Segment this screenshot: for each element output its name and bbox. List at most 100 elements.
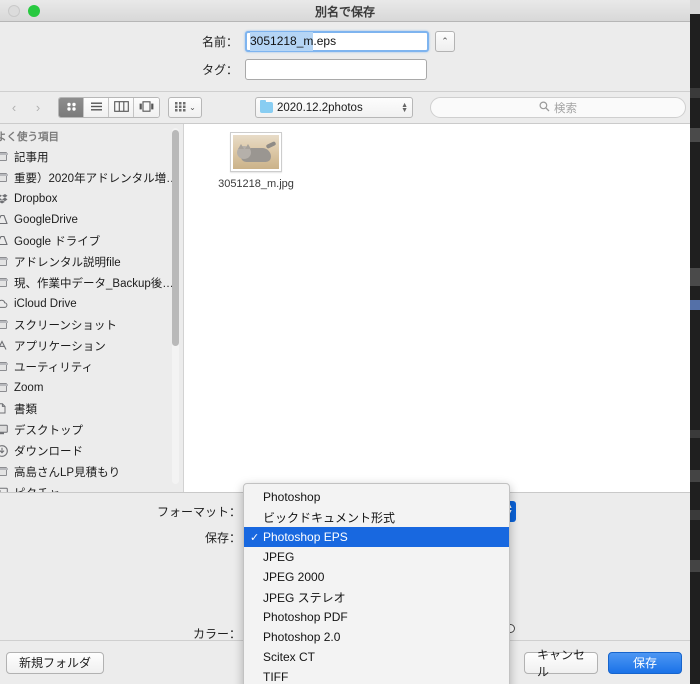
chevron-up-icon: ⌃ [441,36,449,46]
sidebar-item[interactable]: GoogleDrive [0,209,183,230]
format-menu-item-label: Photoshop [263,490,321,504]
view-icon-button[interactable] [59,98,84,117]
sidebar-item[interactable]: アプリケーション [0,335,183,356]
sidebar-item[interactable]: iCloud Drive [0,293,183,314]
chevron-left-icon: ‹ [11,100,17,115]
sidebar-list: 記事用重要）2020年アドレンタル増刷… Dropbox GoogleDrive Go… [0,146,183,492]
dropbox-icon [0,193,9,204]
sidebar-item-label: 重要）2020年アドレンタル増刷… [14,172,183,185]
filename-input[interactable]: 3051218_m .eps [245,31,429,52]
sidebar-item-label: ユーティリティ [14,361,94,374]
background-app-strip [690,0,700,684]
sidebar-item[interactable]: ユーティリティ [0,356,183,377]
sidebar-item-label: 記事用 [14,151,49,164]
sidebar-item[interactable]: Dropbox [0,188,183,209]
sidebar-item[interactable]: 記事用 [0,146,183,167]
view-gallery-button[interactable] [134,98,159,117]
sidebar-item-label: 高島さんLP見積もり [14,466,121,479]
screen: 別名で保存 名前： 3051218_m .eps ⌃ タグ： ‹ › ⌄ 202… [0,0,700,684]
sidebar-item-label: ダウンロード [14,445,83,458]
sidebar-item[interactable]: 重要）2020年アドレンタル増刷… [0,167,183,188]
format-menu-item[interactable]: ✓ Photoshop EPS [244,527,509,547]
format-menu-item[interactable]: JPEG [244,547,509,567]
downloads-icon [0,444,9,457]
folder-icon [0,362,9,371]
finder-toolbar: ‹ › ⌄ 2020.12.2photos ▲ ▼ 検索 [0,92,690,124]
sidebar-item[interactable]: ピクチャ [0,482,183,492]
folder-icon [260,99,273,113]
sidebar-item[interactable]: アドレンタル説明file [0,251,183,272]
format-menu-item[interactable]: ビックドキュメント形式 [244,507,509,527]
format-dropdown-menu[interactable]: Photoshop ビックドキュメント形式 ✓ Photoshop EPS JPEG JP… [243,483,510,684]
format-menu-item-label: Photoshop PDF [263,610,348,624]
format-menu-item-label: Photoshop EPS [263,530,348,544]
format-menu-item[interactable]: JPEG ステレオ [244,587,509,607]
popup-stepper-icon: ▲▼ [401,101,408,114]
tag-input[interactable] [245,59,427,80]
dialog-action-buttons: キャンセル 保存 [524,648,682,679]
file-item[interactable]: 3051218_m.jpg [210,132,302,190]
file-browser: よく使う項目 記事用重要）2020年アドレンタル増刷… Dropbox Google… [0,124,690,492]
format-menu-item[interactable]: JPEG 2000 [244,567,509,587]
cancel-button[interactable]: キャンセル [524,648,598,679]
filename-selected-text: 3051218_m [250,32,314,51]
sidebar-section-header: よく使う項目 [0,131,59,143]
new-folder-button[interactable]: 新規フォルダ [6,651,105,674]
format-menu-item[interactable]: Photoshop PDF [244,607,509,627]
name-label: 名前： [201,35,238,49]
sidebar-scrollbar-thumb[interactable] [172,130,179,346]
view-list-button[interactable] [84,98,109,117]
sidebar-item[interactable]: Google ドライブ [0,230,183,251]
format-menu-item[interactable]: Scitex CT [244,647,509,667]
sidebar-item[interactable]: Zoom [0,377,183,398]
format-menu-item[interactable]: TIFF [244,667,509,684]
file-name-label: 3051218_m.jpg [218,178,294,190]
format-menu-item-label: JPEG ステレオ [263,590,346,605]
sidebar-item[interactable]: 高島さんLP見積もり [0,461,183,482]
drive-icon [0,235,9,246]
arrange-by-button[interactable]: ⌄ [168,97,202,118]
sidebar-item[interactable]: 書類 [0,398,183,419]
drive-icon [0,214,9,225]
sidebar-scrollbar[interactable] [172,128,179,484]
sidebar-item[interactable]: スクリーンショット [0,314,183,335]
chevron-right-icon: › [35,100,41,115]
name-tag-panel: 名前： 3051218_m .eps ⌃ タグ： [0,22,690,92]
expand-disclosure-button[interactable]: ⌃ [435,31,455,52]
save-button[interactable]: 保存 [608,651,682,674]
format-menu-item[interactable]: Photoshop 2.0 [244,627,509,647]
folder-icon [0,320,9,329]
list-view-icon [90,99,103,117]
format-menu-item-label: JPEG 2000 [263,570,325,584]
save-options-label: 保存： [204,531,241,545]
format-menu-item-label: JPEG [263,550,295,564]
sidebar-item[interactable]: 現、作業中データ_Backup後削… [0,272,183,293]
cloud-icon [0,299,9,309]
filename-extension-text: .eps [313,34,337,48]
chevron-down-icon: ⌄ [189,103,196,112]
sidebar-item-label: Zoom [14,381,44,394]
view-column-button[interactable] [109,98,134,117]
file-list-area[interactable]: 3051218_m.jpg [184,124,690,492]
file-thumbnail [230,132,282,172]
format-menu-item-label: ビックドキュメント形式 [263,510,396,525]
navigation-buttons: ‹ › [2,97,50,118]
format-label: フォーマット： [156,505,241,519]
back-button[interactable]: ‹ [2,97,26,118]
grid-view-icon [65,99,78,117]
search-placeholder: 検索 [554,102,577,115]
sidebar-item[interactable]: ダウンロード [0,440,183,461]
forward-button[interactable]: › [26,97,50,118]
name-field-row: 名前： 3051218_m .eps ⌃ [0,31,660,52]
format-menu-item[interactable]: Photoshop [244,487,509,507]
sidebar-item[interactable]: デスクトップ [0,419,183,440]
current-folder-popup[interactable]: 2020.12.2photos ▲ ▼ [255,97,413,118]
sidebar-item-label: GoogleDrive [14,213,78,226]
titlebar: 別名で保存 [0,0,690,22]
search-field[interactable]: 検索 [430,97,686,118]
documents-icon [0,403,9,414]
checkmark-icon: ✓ [250,531,260,544]
desktop-icon [0,424,9,435]
folder-icon [0,152,9,161]
applications-icon [0,340,9,351]
